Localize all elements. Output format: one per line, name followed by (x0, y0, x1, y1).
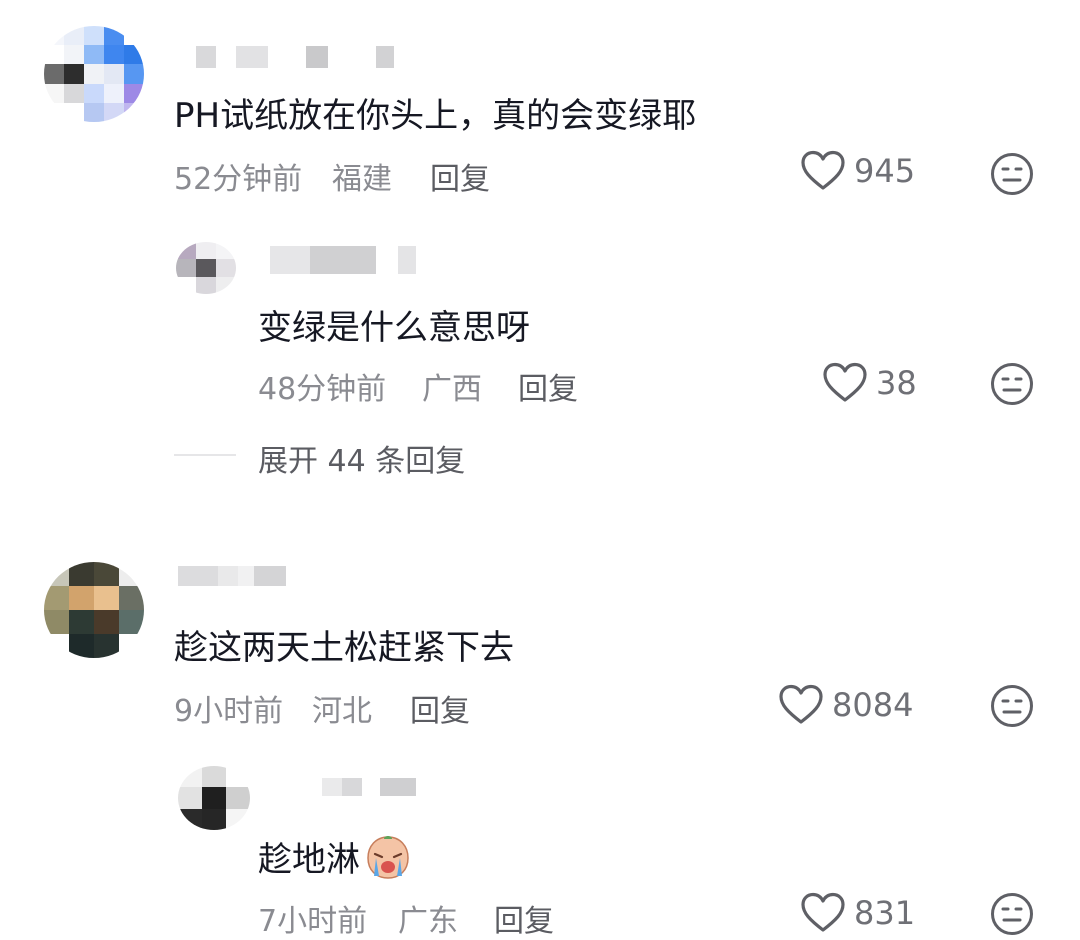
avatar[interactable] (44, 562, 144, 658)
neutral-face-icon[interactable] (990, 152, 1034, 196)
like-count: 8084 (832, 686, 914, 724)
expand-divider (174, 454, 236, 456)
avatar[interactable] (178, 766, 250, 830)
reply-time: 7小时前 (258, 904, 368, 939)
reply-location: 广东 (398, 904, 458, 939)
neutral-face-icon[interactable] (990, 892, 1034, 936)
reply-time: 48分钟前 (258, 372, 387, 407)
expand-replies-button[interactable]: 展开 44 条回复 (258, 436, 465, 480)
like-button[interactable]: 831 (800, 892, 915, 934)
username-blurred[interactable] (196, 46, 394, 68)
reply-text-content: 趁地淋 (258, 840, 360, 880)
like-button[interactable]: 945 (800, 150, 915, 192)
comment-location: 河北 (312, 694, 372, 729)
heart-outline-icon (801, 150, 845, 190)
reply-text: 趁地淋 (258, 832, 412, 881)
reply-button[interactable]: 回复 (410, 686, 470, 730)
comment-text: 趁这两天土松赶紧下去 (174, 628, 514, 668)
heart-outline-icon (801, 892, 845, 932)
avatar[interactable] (44, 26, 144, 122)
reply-location: 广西 (422, 372, 482, 407)
heart-outline-icon (779, 684, 823, 724)
reply-button[interactable]: 回复 (494, 896, 554, 940)
comment-location: 福建 (332, 162, 392, 197)
like-count: 945 (854, 152, 916, 190)
reply-button[interactable]: 回复 (430, 154, 490, 198)
username-blurred[interactable] (178, 566, 286, 586)
heart-outline-icon (823, 362, 867, 402)
reply-button[interactable]: 回复 (518, 364, 578, 408)
comment-text: PH试纸放在你头上，真的会变绿耶 (174, 96, 697, 136)
like-count: 831 (854, 894, 916, 932)
like-count: 38 (876, 364, 917, 402)
crying-face-emoji-icon (367, 835, 409, 879)
avatar[interactable] (176, 242, 236, 294)
reply-text: 变绿是什么意思呀 (258, 308, 530, 348)
neutral-face-icon[interactable] (990, 362, 1034, 406)
like-button[interactable]: 8084 (778, 684, 913, 726)
comment-time: 9小时前 (174, 694, 284, 729)
comment-time: 52分钟前 (174, 162, 303, 197)
username-blurred[interactable] (270, 246, 416, 274)
username-blurred[interactable] (322, 778, 416, 796)
neutral-face-icon[interactable] (990, 684, 1034, 728)
like-button[interactable]: 38 (822, 362, 917, 404)
